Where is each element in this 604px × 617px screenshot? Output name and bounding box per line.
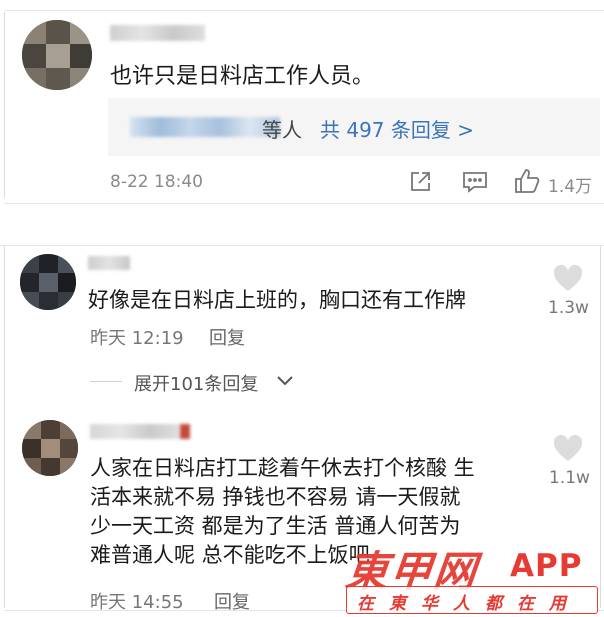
chevron-down-icon[interactable] <box>276 375 294 387</box>
comment-line: 少一天工资 都是为了生活 普通人何苦为 <box>90 514 461 538</box>
username-blurred[interactable] <box>90 424 180 439</box>
avatar[interactable] <box>20 254 76 310</box>
panel2-top-divider <box>0 245 604 246</box>
username-blurred[interactable] <box>110 25 205 41</box>
watermark-slogan: 在東华人都在用 <box>357 594 581 614</box>
thumbs-up-icon[interactable] <box>514 168 542 194</box>
comment-text: 也许只是日料店工作人员。 <box>110 64 375 89</box>
panel-bottom-divider <box>4 203 604 204</box>
avatar[interactable] <box>22 420 78 476</box>
comment-timestamp: 昨天 12:19 <box>90 328 184 349</box>
heart-icon[interactable] <box>553 264 583 292</box>
like-count: 1.1w <box>549 468 590 488</box>
expand-divider <box>90 381 122 382</box>
comment-line: 人家在日料店打工趁着午休去打个核酸 生 <box>90 456 475 480</box>
reply-users-blurred <box>130 117 280 137</box>
comment-text: 好像是在日料店上班的，胸口还有工作牌 <box>88 288 466 312</box>
avatar[interactable] <box>22 20 92 90</box>
view-replies-link[interactable]: 共 497 条回复 > <box>320 114 474 143</box>
comment-line: 活本来就不易 挣钱也不容易 请一天假就 <box>90 485 461 509</box>
panel2-left-border <box>4 246 5 608</box>
panel-left-border <box>4 12 5 198</box>
watermark-app: APP <box>510 548 583 584</box>
replies-suffix: 等人 <box>262 118 302 142</box>
reply-button[interactable]: 回复 <box>209 324 245 350</box>
panel2-right-border <box>600 246 601 608</box>
like-count: 1.3w <box>548 298 589 318</box>
username-blurred[interactable] <box>88 256 130 270</box>
share-icon[interactable] <box>408 170 432 194</box>
heart-icon[interactable] <box>553 434 583 462</box>
like-count: 1.4万 <box>548 177 593 197</box>
replies-preview-box[interactable]: 等人 共 497 条回复 > <box>108 98 600 156</box>
expand-replies-link[interactable]: 展开101条回复 <box>134 370 258 396</box>
comment-icon[interactable] <box>462 170 488 194</box>
comment-timestamp: 8-22 18:40 <box>110 172 203 192</box>
user-badge <box>180 424 190 439</box>
panel-top-divider <box>4 10 604 11</box>
